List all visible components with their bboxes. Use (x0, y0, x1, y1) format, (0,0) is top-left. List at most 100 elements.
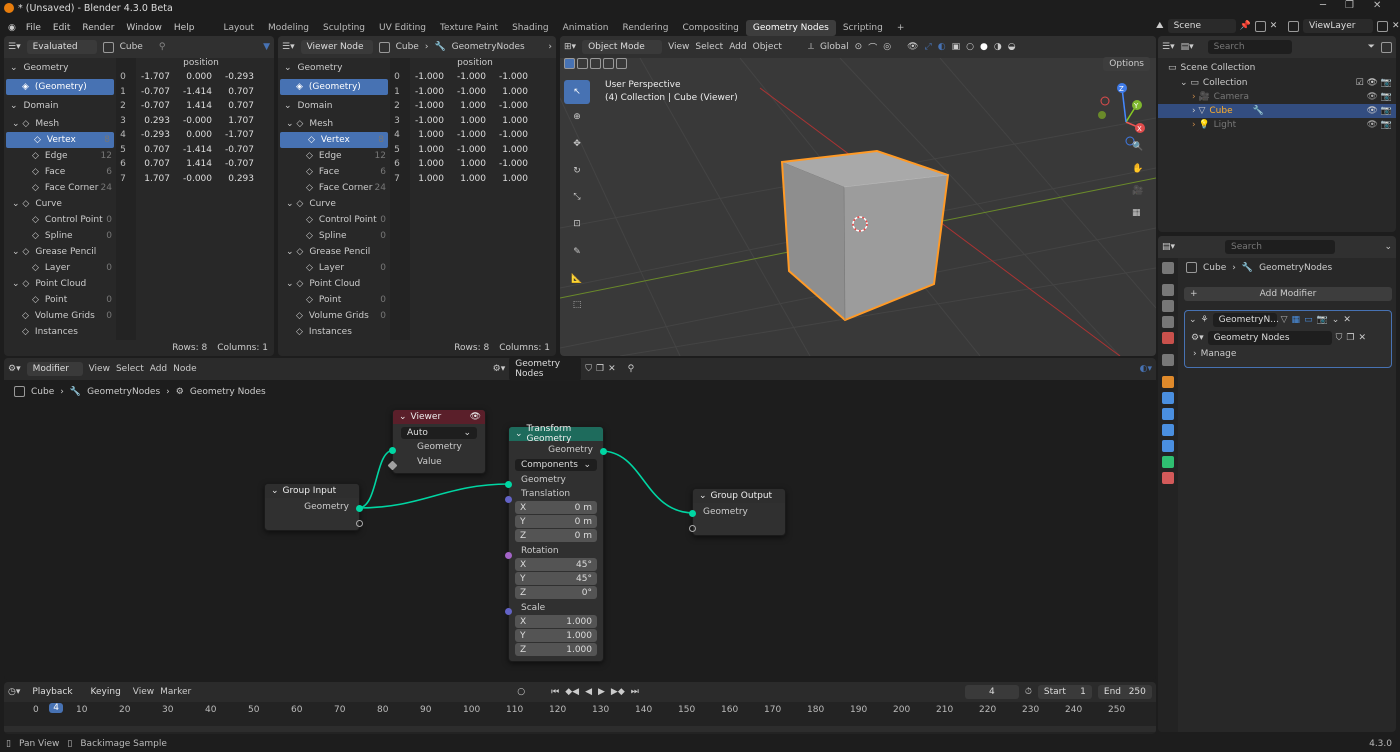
jump-end-icon[interactable]: ⏭ (631, 687, 639, 697)
mode-dropdown[interactable]: Viewer Node (300, 40, 373, 54)
translation-y-field[interactable]: Y0 m (515, 515, 597, 528)
visibility-eye-icon[interactable]: ☑ 👁 📷 (1356, 78, 1392, 88)
tab-rendering[interactable]: Rendering (616, 20, 676, 36)
spreadsheet_left-tree-control-point[interactable]: ◇ Control Point 0 (4, 212, 116, 228)
translation-socket[interactable] (505, 496, 512, 503)
tab-sculpting[interactable]: Sculpting (316, 20, 372, 36)
transform-mode-dropdown[interactable]: Components ⌄ (515, 459, 597, 471)
output-tab-icon[interactable] (1162, 300, 1174, 312)
proportional-edit-icon[interactable]: ◎ (883, 42, 891, 52)
duplicate-icon[interactable]: ❐ (1346, 333, 1354, 343)
tab-geometry-nodes[interactable]: Geometry Nodes (745, 20, 836, 36)
editor-type-icon[interactable]: ⊞▾ (564, 42, 576, 52)
play-reverse-icon[interactable]: ◀ (585, 687, 592, 697)
modifier-name-field[interactable]: GeometryN... (1212, 313, 1279, 327)
group-input-header[interactable]: ⌄ Group Input (265, 484, 359, 498)
transform-geometry-output-socket[interactable] (600, 448, 607, 455)
tab-modeling[interactable]: Modeling (261, 20, 316, 36)
object-mode-dropdown[interactable]: Object Mode (582, 40, 663, 54)
next-keyframe-icon[interactable]: ▶◆ (611, 687, 625, 697)
scene-name-field[interactable]: Scene (1167, 19, 1236, 33)
spreadsheet_left-tree-face[interactable]: ◇ Face 6 (4, 164, 116, 180)
geometry-group[interactable]: ⌄ Geometry (278, 60, 390, 76)
menu-render[interactable]: Render (76, 23, 120, 33)
blender-menu-icon[interactable]: ◉ (8, 23, 16, 33)
remove-modifier-icon[interactable]: ✕ (1343, 315, 1351, 325)
group-input-empty-socket[interactable] (356, 520, 363, 527)
geometry-group[interactable]: ⌄ Geometry (4, 60, 116, 76)
new-scene-icon[interactable] (1254, 20, 1266, 32)
filter-icon[interactable]: ⏷ (1368, 42, 1375, 52)
grid-projection-icon[interactable]: ▦ (1132, 208, 1148, 230)
spreadsheet_left-tree-spline[interactable]: ◇ Spline 0 (4, 228, 116, 244)
overlay-icon[interactable]: ◐ (938, 42, 946, 52)
tool-tab-icon[interactable] (1162, 262, 1174, 274)
viewport-menu-view[interactable]: View (668, 42, 689, 52)
dropdown-icon[interactable]: ⌄ (1332, 315, 1340, 325)
spreadsheet_right-tree-face[interactable]: ◇ Face 6 (278, 164, 390, 180)
scale-y-field[interactable]: Y 1.000 (515, 629, 597, 642)
menu-help[interactable]: Help (168, 23, 201, 33)
tab-scripting[interactable]: Scripting (836, 20, 890, 36)
tab-shading[interactable]: Shading (505, 20, 556, 36)
add-workspace-button[interactable]: + (890, 20, 912, 36)
visibility-eye-icon[interactable]: 👁 📷 (1367, 106, 1393, 116)
view-layer-field[interactable]: ViewLayer (1303, 19, 1373, 33)
viewport-menu-object[interactable]: Object (753, 42, 782, 52)
viewport-menu-select[interactable]: Select (695, 42, 723, 52)
start-frame-field[interactable]: Start 1 (1037, 685, 1092, 699)
constraints-tab-icon[interactable] (1162, 440, 1174, 452)
material-shading-icon[interactable]: ◑ (994, 42, 1002, 52)
data-tab-icon[interactable] (1162, 456, 1174, 468)
spreadsheet_left-tree-volume-grids[interactable]: ◇ Volume Grids 0 (4, 308, 116, 324)
auto-keying-icon[interactable]: ○ (517, 687, 525, 697)
eye-icon[interactable]: 👁 (470, 412, 481, 422)
spreadsheet_left-tree-face-corner[interactable]: ◇ Face Corner 24 (4, 180, 116, 196)
camera-item[interactable]: › 🎥 Camera 👁 📷 (1158, 90, 1396, 104)
filter-icon[interactable]: ▼ (263, 42, 270, 52)
spreadsheet_left-tree-instances[interactable]: ◇ Instances (4, 324, 116, 340)
spreadsheet_left-tree-point-cloud[interactable]: ⌄ ◇ Point Cloud (4, 276, 116, 292)
stopwatch-icon[interactable]: ⏱ (1025, 687, 1032, 697)
editor-type-icon[interactable]: ◷▾ (8, 687, 20, 697)
gizmo-icon[interactable]: ⤢ (925, 42, 932, 52)
timeline-ruler[interactable]: 0 10 20 30 40 50 60 70 80 90 100 110 120 130 140 150 160… (4, 702, 1156, 734)
spreadsheet_left-tree-edge[interactable]: ◇ Edge 12 (4, 148, 116, 164)
viewer-domain-dropdown[interactable]: Auto ⌄ (401, 427, 477, 439)
jump-start-icon[interactable]: ⏮ (551, 687, 559, 697)
manage-panel[interactable]: › Manage (1185, 347, 1391, 361)
material-tab-icon[interactable] (1162, 472, 1174, 484)
orientation-dropdown[interactable]: Global (820, 42, 849, 52)
timeline-view-menu[interactable]: View (133, 687, 154, 697)
close-scene-icon[interactable]: ✕ (1270, 21, 1278, 31)
editor-type-icon[interactable]: ▤▾ (1162, 242, 1175, 252)
play-icon[interactable]: ▶ (598, 687, 605, 697)
physics-tab-icon[interactable] (1162, 424, 1174, 436)
spreadsheet_left-tree-vertex[interactable]: ◇ Vertex 8 (6, 132, 114, 148)
render-toggle-icon[interactable]: 📷 (1317, 315, 1328, 325)
xray-icon[interactable]: ▣ (952, 42, 961, 52)
spreadsheet_right-tree-spline[interactable]: ◇ Spline 0 (278, 228, 390, 244)
rotate-tool-icon[interactable]: ↻ (564, 158, 590, 184)
select-tool-icon[interactable]: ↖ (564, 80, 590, 104)
pin-icon[interactable]: 📌 (1240, 21, 1251, 31)
view-layer-tab-icon[interactable] (1162, 316, 1174, 328)
end-frame-field[interactable]: End 250 (1097, 685, 1152, 699)
spreadsheet_left-tree-layer[interactable]: ◇ Layer 0 (4, 260, 116, 276)
group-output-empty-socket[interactable] (689, 525, 696, 532)
cursor-tool-icon[interactable]: ⊕ (564, 104, 590, 130)
tab-layout[interactable]: Layout (216, 20, 261, 36)
editor-type-icon[interactable]: ☰▾ (8, 42, 21, 52)
chevron-down-icon[interactable]: ⌄ (1384, 242, 1392, 252)
timeline-scrollbar[interactable] (4, 726, 1156, 732)
zoom-icon[interactable]: 🔍 (1132, 142, 1148, 164)
spreadsheet_left-tree-grease-pencil[interactable]: ⌄ ◇ Grease Pencil (4, 244, 116, 260)
particles-tab-icon[interactable] (1162, 408, 1174, 420)
playback-menu[interactable]: Playback (26, 685, 78, 699)
world-tab-icon[interactable] (1162, 354, 1174, 366)
pin-icon[interactable]: ⚲ (159, 42, 166, 52)
maximize-icon[interactable]: ❐ (1345, 0, 1354, 11)
spreadsheet_right-tree-layer[interactable]: ◇ Layer 0 (278, 260, 390, 276)
pan-hand-icon[interactable]: ✋ (1132, 164, 1148, 186)
tab-animation[interactable]: Animation (556, 20, 616, 36)
